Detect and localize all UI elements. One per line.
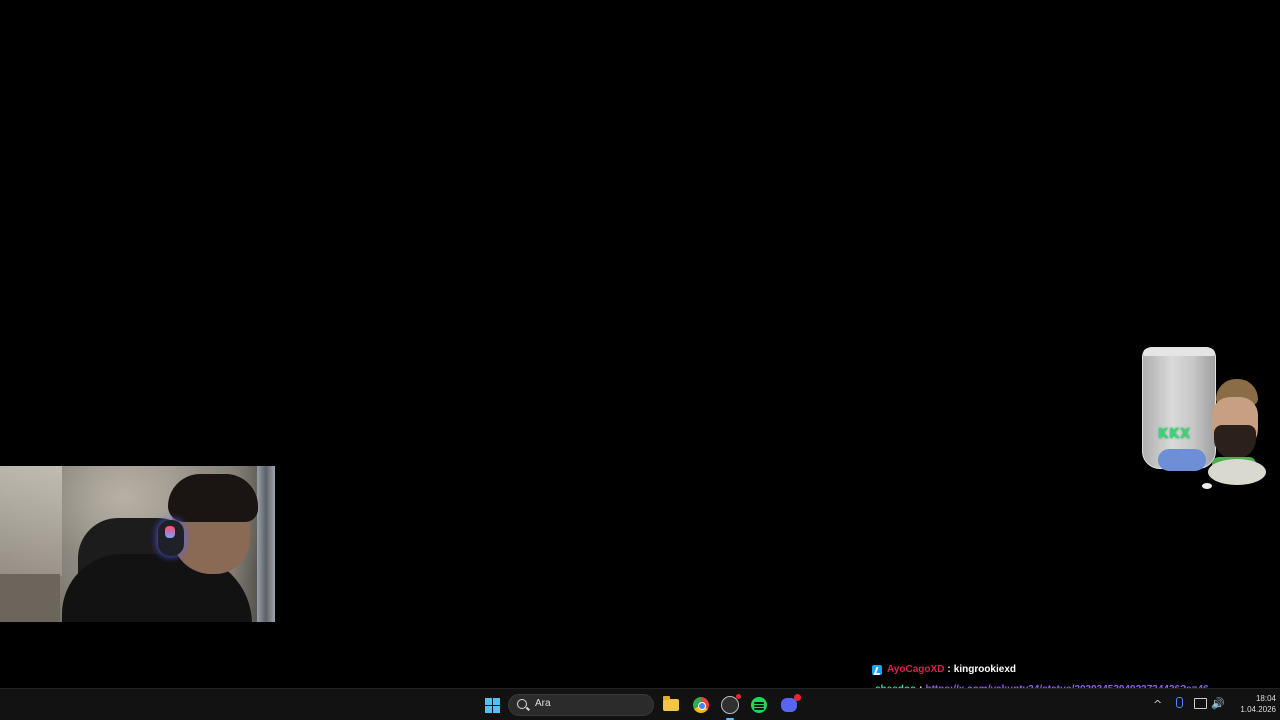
- network-icon[interactable]: [1194, 698, 1207, 709]
- file-explorer-icon[interactable]: [661, 695, 681, 715]
- taskbar: Ara ^ 🔊 18:04 1.04.2026: [0, 688, 1280, 720]
- chat-username: AyoCagoXD: [887, 664, 945, 675]
- spotify-icon[interactable]: [749, 695, 769, 715]
- search-placeholder: Ara: [535, 698, 551, 709]
- windows-start-icon[interactable]: [482, 695, 502, 715]
- chat-text: kingrookiexd: [953, 664, 1017, 675]
- emote-sticker-overlay: KKX: [1140, 345, 1270, 495]
- search-icon: [517, 699, 527, 709]
- sticker-text: KKX: [1158, 427, 1192, 442]
- microphone-icon[interactable]: [1176, 697, 1183, 708]
- chrome-icon[interactable]: [691, 695, 711, 715]
- chat-separator: :: [947, 664, 951, 675]
- system-clock[interactable]: 18:04 1.04.2026: [1226, 693, 1276, 715]
- taskbar-search-box[interactable]: Ara: [508, 694, 654, 716]
- desktop-stream-view: KKX AyoCagoXD : kingrookiexd cheedoo : h…: [0, 0, 1280, 720]
- obs-studio-icon[interactable]: [720, 694, 741, 715]
- webcam-overlay: [0, 466, 275, 622]
- discord-icon[interactable]: [779, 694, 801, 715]
- chat-message: AyoCagoXD : kingrookiexd: [872, 660, 1280, 680]
- volume-icon[interactable]: 🔊: [1211, 697, 1225, 710]
- clock-date: 1.04.2026: [1240, 705, 1276, 714]
- clock-time: 18:04: [1255, 694, 1276, 703]
- verified-badge-icon: [872, 665, 882, 675]
- chevron-up-icon[interactable]: ^: [1153, 698, 1162, 711]
